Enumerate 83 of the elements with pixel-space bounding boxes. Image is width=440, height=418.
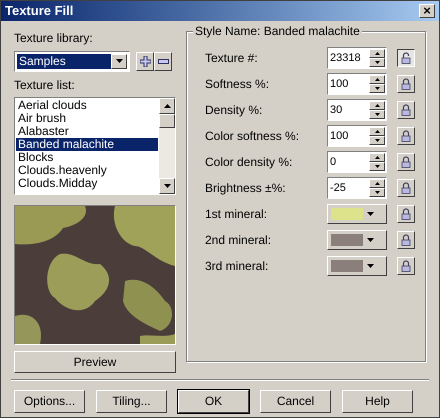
list-item[interactable]: Blocks bbox=[16, 150, 158, 164]
spin-up-button[interactable] bbox=[369, 100, 385, 110]
lock-button[interactable] bbox=[397, 48, 415, 66]
lock-icon bbox=[401, 260, 411, 272]
up-arrow-icon bbox=[374, 130, 380, 132]
number-value: -25 bbox=[329, 180, 347, 196]
preview-button[interactable]: Preview bbox=[14, 350, 176, 372]
number-value: 100 bbox=[329, 76, 350, 92]
spin-up-button[interactable] bbox=[369, 178, 385, 188]
down-arrow-icon bbox=[374, 86, 380, 90]
caret-icon bbox=[367, 238, 374, 242]
parameter-label: 1st mineral: bbox=[205, 206, 268, 222]
number-value: 30 bbox=[329, 102, 344, 118]
texture-list-label: Texture list: bbox=[14, 76, 76, 94]
minus-icon bbox=[158, 58, 168, 64]
color-picker-button[interactable] bbox=[327, 256, 387, 276]
number-value: 100 bbox=[329, 128, 350, 144]
list-item[interactable]: Air brush bbox=[16, 112, 158, 124]
spin-up-button[interactable] bbox=[369, 48, 385, 58]
lock-icon bbox=[401, 52, 411, 64]
lock-icon bbox=[401, 234, 411, 246]
caret-icon bbox=[367, 212, 374, 216]
lock-icon bbox=[401, 156, 411, 168]
library-label: Texture library: bbox=[14, 30, 94, 46]
dialog-button[interactable]: Options... bbox=[14, 390, 85, 412]
spin-field[interactable]: 23318 bbox=[327, 46, 387, 68]
spin-up-button[interactable] bbox=[369, 152, 385, 162]
color-picker-button[interactable] bbox=[327, 204, 387, 224]
lock-icon bbox=[401, 130, 411, 142]
remove-button[interactable] bbox=[154, 52, 172, 70]
down-arrow-icon bbox=[374, 60, 380, 64]
spin-field[interactable]: 100 bbox=[327, 124, 387, 146]
up-arrow-icon bbox=[374, 104, 380, 106]
up-arrow-icon bbox=[374, 182, 380, 184]
parameter-label: 3rd mineral: bbox=[205, 258, 270, 274]
parameter-label: Color density %: bbox=[205, 154, 294, 170]
plus-icon bbox=[140, 56, 150, 66]
spin-field[interactable]: 30 bbox=[327, 98, 387, 120]
parameter-label: Softness %: bbox=[205, 76, 270, 92]
down-arrow-icon bbox=[164, 184, 170, 188]
up-arrow-icon bbox=[374, 52, 380, 54]
spin-field[interactable]: 0 bbox=[327, 150, 387, 172]
lock-icon bbox=[401, 208, 411, 220]
parameter-label: Brightness ±%: bbox=[205, 180, 287, 196]
color-picker-button[interactable] bbox=[327, 230, 387, 250]
parameter-label: 2nd mineral: bbox=[205, 232, 272, 248]
list-item[interactable]: Clouds.heavenly bbox=[16, 164, 158, 176]
parameter-label: Texture #: bbox=[205, 50, 259, 66]
dialog-button[interactable]: Tiling... bbox=[96, 390, 167, 412]
lock-icon bbox=[401, 104, 411, 116]
scroll-thumb[interactable] bbox=[159, 114, 175, 128]
down-arrow-icon bbox=[374, 112, 380, 116]
spin-up-button[interactable] bbox=[369, 126, 385, 136]
caret-icon bbox=[367, 264, 374, 268]
add-button[interactable] bbox=[136, 52, 154, 70]
spin-field[interactable]: -25 bbox=[327, 176, 387, 198]
down-arrow-icon bbox=[374, 138, 380, 142]
number-value: 23318 bbox=[329, 50, 362, 66]
up-arrow-icon bbox=[374, 156, 380, 158]
list-item[interactable]: Aerial clouds bbox=[16, 98, 158, 112]
spin-field[interactable]: 100 bbox=[327, 72, 387, 94]
up-arrow-icon bbox=[164, 104, 170, 108]
close-button[interactable]: × bbox=[419, 4, 435, 18]
list-item[interactable]: Alabaster bbox=[16, 124, 158, 138]
down-arrow-icon bbox=[374, 164, 380, 168]
parameter-label: Density %: bbox=[205, 102, 264, 118]
dialog-button[interactable]: Help bbox=[342, 390, 413, 412]
group-title: Style Name: Banded malachite bbox=[193, 24, 362, 38]
dialog-button[interactable]: OK bbox=[178, 390, 249, 412]
list-item[interactable]: Clouds.Midday bbox=[16, 176, 158, 190]
parameter-label: Color softness %: bbox=[205, 128, 300, 144]
spin-up-button[interactable] bbox=[369, 74, 385, 84]
caret-icon bbox=[116, 59, 122, 63]
library-dropdown[interactable]: Samples bbox=[14, 50, 130, 72]
number-value: 0 bbox=[329, 154, 338, 170]
dialog-button[interactable]: Cancel bbox=[260, 390, 331, 412]
up-arrow-icon bbox=[374, 78, 380, 80]
list-item[interactable]: Banded malachite bbox=[16, 138, 158, 150]
lock-icon bbox=[401, 78, 411, 90]
down-arrow-icon bbox=[374, 190, 380, 194]
window-title: Texture Fill bbox=[5, 2, 74, 20]
lock-icon bbox=[401, 182, 411, 194]
scrollbar[interactable] bbox=[159, 98, 175, 194]
